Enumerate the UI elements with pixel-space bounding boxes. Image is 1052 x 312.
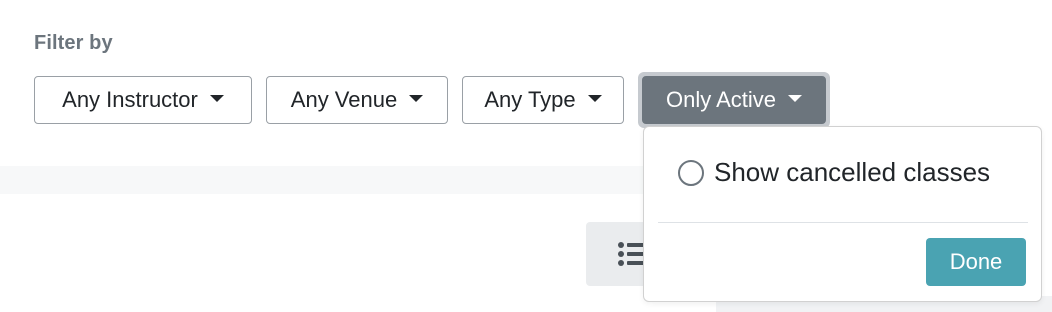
caret-down-icon bbox=[788, 94, 803, 102]
content-divider-band bbox=[0, 166, 644, 194]
status-filter-label: Only Active bbox=[665, 87, 777, 112]
dropdown-divider bbox=[658, 222, 1028, 223]
type-filter-label: Any Type bbox=[484, 87, 576, 112]
venue-filter-label: Any Venue bbox=[290, 87, 398, 112]
status-filter-button[interactable]: Only Active bbox=[642, 76, 826, 124]
caret-down-icon bbox=[587, 94, 602, 102]
instructor-filter-label: Any Instructor bbox=[62, 87, 198, 112]
page: Filter by Any Instructor Any Venue Any T… bbox=[0, 0, 1052, 312]
show-cancelled-label: Show cancelled classes bbox=[714, 157, 991, 187]
show-cancelled-option[interactable]: Show cancelled classes bbox=[678, 157, 990, 188]
status-filter-dropdown: Show cancelled classes Done bbox=[643, 126, 1042, 302]
status-filter-focus-ring: Only Active bbox=[638, 72, 830, 128]
show-cancelled-radio[interactable] bbox=[678, 159, 704, 186]
caret-down-icon bbox=[409, 94, 424, 102]
venue-filter-button[interactable]: Any Venue bbox=[266, 76, 448, 124]
filter-by-label: Filter by bbox=[34, 32, 113, 54]
type-filter-button[interactable]: Any Type bbox=[462, 76, 624, 124]
done-button[interactable]: Done bbox=[926, 238, 1026, 286]
caret-down-icon bbox=[209, 94, 224, 102]
instructor-filter-button[interactable]: Any Instructor bbox=[34, 76, 252, 124]
list-icon bbox=[618, 242, 646, 266]
